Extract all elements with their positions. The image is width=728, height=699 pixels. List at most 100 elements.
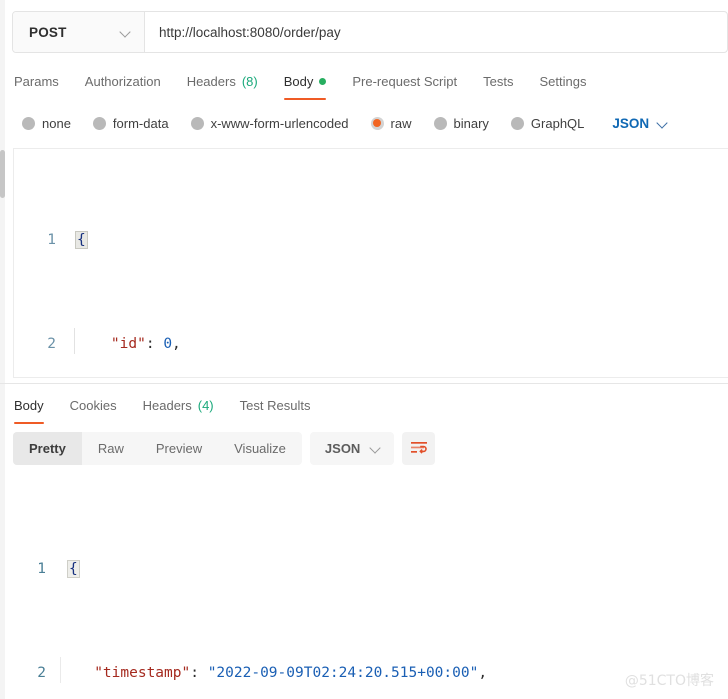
- response-format-select[interactable]: JSON: [310, 432, 394, 465]
- body-type-graphql[interactable]: GraphQL: [511, 116, 598, 131]
- tab-body[interactable]: Body: [271, 68, 340, 94]
- body-type-form-data-label: form-data: [113, 116, 169, 131]
- request-body-code: 1 { 2 "id": 0, 3 "orderNo": "AA000111", …: [14, 149, 728, 378]
- line-number: 1: [0, 556, 66, 582]
- code-line: 1 {: [14, 227, 728, 253]
- editor-bottom-border: [13, 377, 728, 378]
- code-line: 1 {: [0, 556, 728, 582]
- view-mode-visualize-label: Visualize: [234, 441, 286, 456]
- word-wrap-icon: [410, 441, 428, 456]
- code-line-content: {: [66, 556, 728, 582]
- response-tab-headers[interactable]: Headers (4): [130, 392, 227, 418]
- response-body-viewer[interactable]: 1 { 2 "timestamp": "2022-09-09T02:24:20.…: [0, 478, 728, 678]
- view-mode-raw[interactable]: Raw: [82, 432, 140, 465]
- code-line-content: "id": 0,: [74, 331, 728, 357]
- tab-authorization-label: Authorization: [85, 74, 161, 89]
- json-comma: ,: [172, 336, 181, 352]
- http-method-select[interactable]: POST: [13, 12, 145, 52]
- radio-form-data-icon: [93, 117, 106, 130]
- response-tab-headers-label: Headers: [143, 398, 192, 413]
- body-type-binary[interactable]: binary: [434, 116, 503, 131]
- view-mode-raw-label: Raw: [98, 441, 124, 456]
- json-value: "2022-09-09T02:24:20.515+00:00": [208, 665, 479, 681]
- body-type-form-data[interactable]: form-data: [93, 116, 183, 131]
- body-type-urlencoded[interactable]: x-www-form-urlencoded: [191, 116, 363, 131]
- chevron-down-icon: [657, 118, 668, 129]
- postman-window: POST Params Authorization Headers (8) Bo…: [0, 0, 728, 699]
- response-tab-cookies-label: Cookies: [70, 398, 117, 413]
- body-type-none-label: none: [42, 116, 71, 131]
- tab-pre-request-script-label: Pre-request Script: [352, 74, 457, 89]
- body-type-graphql-label: GraphQL: [531, 116, 584, 131]
- body-type-urlencoded-label: x-www-form-urlencoded: [211, 116, 349, 131]
- radio-none-icon: [22, 117, 35, 130]
- line-number: 1: [14, 227, 74, 253]
- body-type-raw[interactable]: raw: [371, 116, 426, 131]
- radio-raw-icon: [371, 117, 384, 130]
- request-url-bar: POST: [12, 11, 728, 53]
- line-number: 2: [14, 331, 74, 357]
- response-view-toolbar: Pretty Raw Preview Visualize JSON: [13, 432, 435, 465]
- response-tab-cookies[interactable]: Cookies: [57, 392, 130, 418]
- view-mode-preview[interactable]: Preview: [140, 432, 218, 465]
- chevron-down-icon: [120, 27, 131, 38]
- radio-urlencoded-icon: [191, 117, 204, 130]
- code-line: 2 "timestamp": "2022-09-09T02:24:20.515+…: [0, 660, 728, 686]
- request-url-input[interactable]: [145, 12, 727, 52]
- response-format-label: JSON: [325, 441, 360, 456]
- response-tabs: Body Cookies Headers (4) Test Results: [12, 392, 728, 422]
- http-method-label: POST: [29, 25, 67, 40]
- request-body-editor[interactable]: 1 { 2 "id": 0, 3 "orderNo": "AA000111", …: [13, 148, 728, 378]
- body-type-none[interactable]: none: [22, 116, 85, 131]
- json-key: "id": [111, 336, 146, 352]
- radio-graphql-icon: [511, 117, 524, 130]
- word-wrap-button[interactable]: [402, 432, 435, 465]
- request-response-divider[interactable]: [0, 383, 728, 384]
- code-line-content: {: [74, 227, 728, 253]
- json-key: "timestamp": [94, 665, 190, 681]
- json-open-brace: {: [68, 561, 79, 577]
- chevron-down-icon: [370, 443, 381, 454]
- response-tab-body[interactable]: Body: [12, 392, 57, 418]
- line-number: 2: [0, 660, 66, 686]
- response-body-code: 1 { 2 "timestamp": "2022-09-09T02:24:20.…: [0, 478, 728, 699]
- json-value: 0: [163, 336, 172, 352]
- tab-tests[interactable]: Tests: [470, 68, 526, 94]
- tab-body-label: Body: [284, 74, 314, 89]
- body-type-options: none form-data x-www-form-urlencoded raw…: [12, 108, 728, 138]
- view-mode-preview-label: Preview: [156, 441, 202, 456]
- json-open-brace: {: [76, 232, 87, 248]
- response-view-mode-group: Pretty Raw Preview Visualize: [13, 432, 302, 465]
- view-mode-pretty-label: Pretty: [29, 441, 66, 456]
- request-tabs: Params Authorization Headers (8) Body Pr…: [12, 68, 728, 100]
- json-comma: ,: [478, 665, 487, 681]
- page-scrollbar-thumb[interactable]: [0, 150, 5, 198]
- tab-headers[interactable]: Headers (8): [174, 68, 271, 94]
- raw-format-select[interactable]: JSON: [612, 116, 668, 131]
- tab-params[interactable]: Params: [12, 68, 72, 94]
- body-modified-dot-icon: [319, 78, 326, 85]
- tab-settings[interactable]: Settings: [526, 68, 599, 94]
- json-colon: :: [146, 336, 155, 352]
- code-line: 2 "id": 0,: [14, 331, 728, 357]
- tab-authorization[interactable]: Authorization: [72, 68, 174, 94]
- json-colon: :: [190, 665, 199, 681]
- body-type-binary-label: binary: [454, 116, 489, 131]
- raw-format-label: JSON: [612, 116, 649, 131]
- tab-headers-label: Headers: [187, 74, 236, 89]
- response-tab-body-label: Body: [14, 398, 44, 413]
- response-tab-test-results-label: Test Results: [240, 398, 311, 413]
- watermark: @51CTO博客: [625, 670, 714, 690]
- radio-binary-icon: [434, 117, 447, 130]
- view-mode-visualize[interactable]: Visualize: [218, 432, 302, 465]
- tab-params-label: Params: [14, 74, 59, 89]
- tab-headers-count: (8): [242, 74, 258, 89]
- tab-tests-label: Tests: [483, 74, 513, 89]
- response-tab-test-results[interactable]: Test Results: [227, 392, 324, 418]
- response-tab-headers-count: (4): [198, 398, 214, 413]
- view-mode-pretty[interactable]: Pretty: [13, 432, 82, 465]
- tab-settings-label: Settings: [539, 74, 586, 89]
- tab-pre-request-script[interactable]: Pre-request Script: [339, 68, 470, 94]
- body-type-raw-label: raw: [391, 116, 412, 131]
- indent-dots: [76, 336, 111, 352]
